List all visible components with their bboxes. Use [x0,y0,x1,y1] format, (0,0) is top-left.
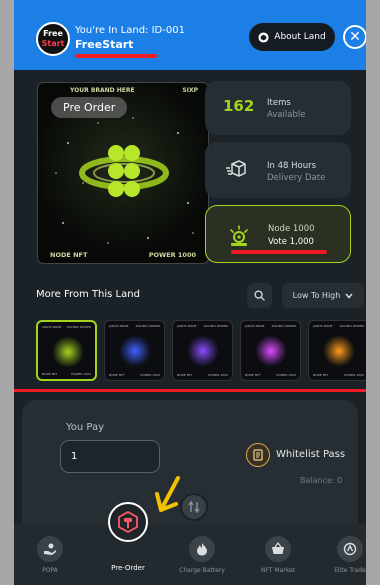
cube-icon [258,31,269,43]
thumbnail-art [323,335,355,367]
close-icon: ✕ [349,29,361,45]
nav-item-pre-order[interactable]: Pre-Order [98,502,158,572]
land-name: FreeStart [75,38,134,51]
close-button[interactable]: ✕ [343,25,366,49]
bottom-nav: POPA Charge Battery NFT Market Elite Tra… [14,524,366,585]
nft-thumbnail-list: JARVIS NODE DAVINCI POWER NODE NFT POWER 10… [36,320,366,381]
nav-item-nft-market[interactable]: NFT Market [250,536,306,574]
annotation-underline [75,54,157,58]
delivery-box-icon [226,160,246,177]
trade-icon [337,536,363,562]
annotation-underline [14,389,366,392]
nft-thumbnail[interactable]: JARVIS NODE DAVINCI POWER NODE NFT POWER 10… [240,320,301,381]
land-header: Free Start You're In Land: ID-001 FreeSt… [14,0,366,70]
search-button[interactable] [247,283,272,308]
thumbnail-art [119,335,151,367]
nft-thumbnail[interactable]: JARVIS NODE DAVINCI POWER NODE NFT POWER 10… [308,320,366,381]
nft-artwork [55,117,194,244]
nft-thumbnail[interactable]: JARVIS NODE DAVINCI POWER NODE NFT POWER 10… [172,320,233,381]
nav-item-popa[interactable]: POPA [22,536,78,574]
about-land-button[interactable]: About Land [249,23,335,51]
fire-icon [189,536,215,562]
section-title: More From This Land [36,289,140,300]
thumbnail-art [187,335,219,367]
freestart-logo: Free Start [36,22,70,56]
pay-amount-input[interactable]: 1 [60,440,160,473]
you-pay-label: You Pay [66,422,105,433]
thumbnail-art [52,336,84,368]
chevron-down-icon [345,293,353,299]
whitelist-pass-icon [246,443,270,467]
delivery-date-card: In 48 Hours Delivery Date [205,142,351,198]
thumbnail-art [255,335,287,367]
nft-preview-card[interactable]: YOUR BRAND HERE SIXP Pre Order NODE NFT … [37,82,209,264]
app-screen: Free Start You're In Land: ID-001 FreeSt… [14,0,366,585]
nav-item-charge-battery[interactable]: Charge Battery [174,536,230,574]
node-icon [230,225,248,246]
annotation-arrow [155,476,180,512]
swap-icon [188,500,200,514]
hand-coin-icon [37,536,63,562]
annotation-underline [231,250,327,254]
sort-dropdown[interactable]: Low To High [282,283,364,308]
items-available-card: 162 Items Available [205,81,351,135]
balance-text: Balance: 0 [300,476,343,485]
nft-thumbnail[interactable]: JARVIS NODE DAVINCI POWER NODE NFT POWER 10… [36,320,97,381]
search-icon [254,290,265,301]
node-vote-card: Node 1000 Vote 1,000 [205,205,351,263]
whitelist-pass-label[interactable]: Whitelist Pass [276,449,345,460]
items-count: 162 [223,97,255,115]
nft-thumbnail[interactable]: JARVIS NODE DAVINCI POWER NODE NFT POWER 10… [104,320,165,381]
nav-item-elite-trade[interactable]: Elite Trade [322,536,366,574]
land-id-text: You're In Land: ID-001 [75,25,185,36]
hammer-hexagon-icon [108,502,148,542]
basket-icon [265,536,291,562]
